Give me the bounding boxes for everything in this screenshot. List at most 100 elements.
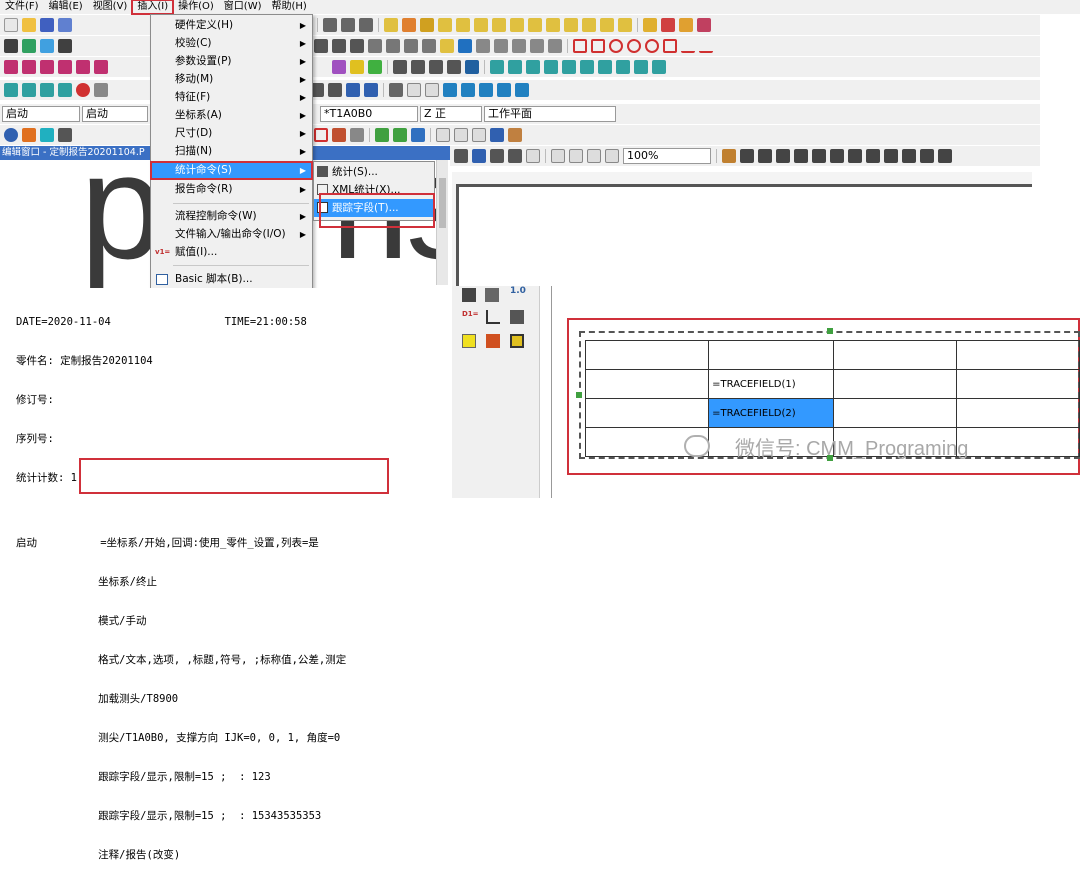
tool-icon[interactable] [551,149,565,163]
tool-icon[interactable] [465,60,479,74]
number-object-icon[interactable]: 1.0 [510,286,526,296]
tool-icon[interactable] [699,39,713,53]
zoom-icon[interactable] [4,128,18,142]
table-cell[interactable] [832,398,957,428]
submenu-item-statistics[interactable]: 统计(S)... [314,163,434,181]
tool-icon[interactable] [40,39,54,53]
menu-operation[interactable]: 操作(O) [173,0,219,14]
tool-icon[interactable] [386,39,400,53]
redo-icon[interactable] [364,83,378,97]
tool-icon[interactable] [884,149,898,163]
menu-edit[interactable]: 编辑(E) [44,0,88,14]
tool-icon[interactable] [508,128,522,142]
tool-icon[interactable] [58,128,72,142]
tool-icon[interactable] [454,149,468,163]
tool-icon[interactable] [609,39,623,53]
tool-icon[interactable] [359,18,373,32]
tool-icon[interactable] [794,149,808,163]
tool-icon[interactable] [332,60,346,74]
tool-icon[interactable] [407,83,421,97]
tool-icon[interactable] [515,83,529,97]
tool-icon[interactable] [456,18,470,32]
tool-icon[interactable] [776,149,790,163]
tool-icon[interactable] [384,18,398,32]
tool-icon[interactable] [422,39,436,53]
tool-icon[interactable] [663,39,677,53]
table-cell[interactable] [584,369,710,399]
tool-icon[interactable] [461,83,475,97]
color-object-icon[interactable] [510,334,524,348]
tool-icon[interactable] [440,39,454,53]
tool-icon[interactable] [40,128,54,142]
zoom-combo[interactable]: 100% [623,148,711,164]
tool-icon[interactable] [573,39,587,53]
tool-icon[interactable] [454,128,468,142]
tool-icon[interactable] [587,149,601,163]
tool-icon[interactable] [375,128,389,142]
menu-view[interactable]: 视图(V) [88,0,133,14]
label-object-icon[interactable] [485,288,499,302]
print-icon[interactable] [508,149,522,163]
undo-icon[interactable] [346,83,360,97]
tool-icon[interactable] [564,18,578,32]
table-cell[interactable] [955,340,1080,370]
menu-item-basic-script[interactable]: Basic 脚本(B)... [151,271,312,288]
tool-icon[interactable] [591,39,605,53]
tool-icon[interactable] [938,149,952,163]
tool-icon[interactable] [605,149,619,163]
play-icon[interactable] [411,128,425,142]
tool-icon[interactable] [404,39,418,53]
tool-icon[interactable] [411,60,425,74]
menu-item-file-io[interactable]: 文件输入/输出命令(I/O) ▶ [151,226,312,243]
tool-icon[interactable] [528,18,542,32]
alignment-combo[interactable]: 启动 [82,106,148,122]
resize-handle[interactable] [827,328,833,334]
tool-icon[interactable] [58,39,72,53]
tool-icon[interactable] [546,18,560,32]
tool-icon[interactable] [580,60,594,74]
tool-icon[interactable] [438,18,452,32]
tool-icon[interactable] [472,149,486,163]
tool-icon[interactable] [429,60,443,74]
tool-icon[interactable] [508,60,522,74]
menu-item-report[interactable]: 报告命令(R) ▶ [151,181,312,198]
menu-item-assign[interactable]: v1= 赋值(I)... [151,244,312,261]
tool-icon[interactable] [323,18,337,32]
bar-chart-object-icon[interactable] [486,334,500,348]
image-object-icon[interactable] [510,310,524,324]
tool-icon[interactable] [402,18,416,32]
tool-icon[interactable] [436,128,450,142]
lock-icon[interactable] [722,149,736,163]
tool-icon[interactable] [512,39,526,53]
tool-icon[interactable] [22,39,36,53]
tool-icon[interactable] [332,39,346,53]
tool-icon[interactable] [393,128,407,142]
tool-icon[interactable] [681,39,695,53]
tool-icon[interactable] [679,18,693,32]
table-cell[interactable] [955,369,1080,399]
tool-icon[interactable] [492,18,506,32]
tool-icon[interactable] [22,83,36,97]
resize-handle[interactable] [576,392,582,398]
table-cell[interactable] [584,340,710,370]
tool-icon[interactable] [40,83,54,97]
tool-icon[interactable] [458,39,472,53]
menu-item-statistics[interactable]: 统计命令(S) ▶ [150,161,313,180]
tool-icon[interactable] [697,18,711,32]
tool-icon[interactable] [341,18,355,32]
workplane-combo[interactable]: 工作平面 [484,106,616,122]
tool-icon[interactable] [472,128,486,142]
frame-object-icon[interactable] [462,334,476,348]
tool-icon[interactable] [58,83,72,97]
tool-icon[interactable] [443,83,457,97]
menu-item-flow-control[interactable]: 流程控制命令(W) ▶ [151,208,312,225]
tool-icon[interactable] [544,60,558,74]
tool-icon[interactable] [94,83,108,97]
menu-window[interactable]: 窗口(W) [219,0,267,14]
editor-scrollbar[interactable] [436,160,448,285]
menu-item-parameters[interactable]: 参数设置(P) ▶ [151,53,312,70]
menu-item-feature[interactable]: 特征(F) ▶ [151,89,312,106]
tool-icon[interactable] [548,39,562,53]
menu-help[interactable]: 帮助(H) [267,0,312,14]
new-file-icon[interactable] [4,18,18,32]
